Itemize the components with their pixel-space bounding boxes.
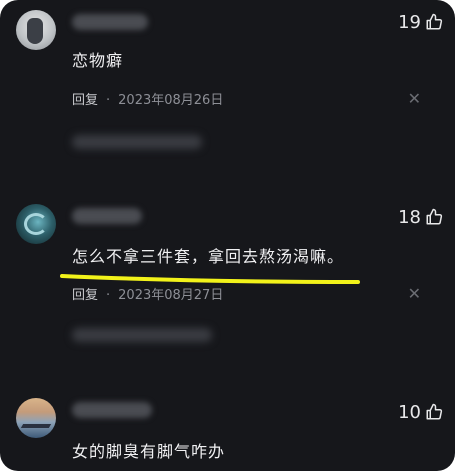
comment-list: 19 恋物癖 回复 · 2023年08月26日 ✕ 18 怎么不拿三件套，拿回去熬汤…	[0, 0, 455, 471]
reply-preview-blurred[interactable]	[72, 328, 212, 342]
avatar[interactable]	[16, 398, 56, 438]
comment-text: 怎么不拿三件套，拿回去熬汤渴嘛。	[72, 247, 345, 266]
like-count: 19	[398, 12, 421, 33]
comment-date: 2023年08月27日	[118, 288, 224, 303]
comment-text: 女的脚臭有脚气咋办	[72, 442, 226, 461]
username-blurred	[72, 402, 152, 418]
close-icon[interactable]: ✕	[408, 89, 421, 108]
comment-date: 2023年08月26日	[118, 93, 224, 108]
thumbs-up-icon[interactable]	[425, 13, 443, 31]
meta-separator: ·	[106, 93, 111, 108]
avatar[interactable]	[16, 10, 56, 50]
meta-separator: ·	[106, 288, 111, 303]
username-blurred	[72, 14, 148, 30]
thumbs-up-icon[interactable]	[425, 403, 443, 421]
like-count: 10	[398, 402, 421, 423]
thumbs-up-icon[interactable]	[425, 208, 443, 226]
reply-button[interactable]: 回复	[72, 288, 98, 303]
like-count: 18	[398, 207, 421, 228]
reply-preview-blurred[interactable]	[72, 135, 202, 149]
comment-meta: 回复 · 2023年08月27日	[72, 284, 223, 303]
comment-text: 恋物癖	[72, 51, 124, 70]
username-blurred	[72, 208, 142, 224]
close-icon[interactable]: ✕	[408, 284, 421, 303]
reply-button[interactable]: 回复	[72, 93, 98, 108]
avatar[interactable]	[16, 204, 56, 244]
comment-meta: 回复 · 2023年08月26日	[72, 89, 223, 108]
